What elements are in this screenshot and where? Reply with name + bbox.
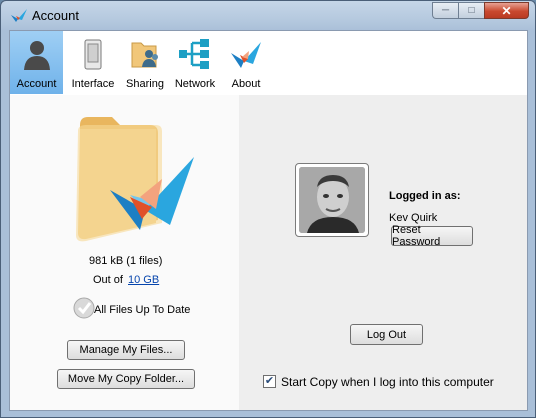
start-on-login-checkbox[interactable]: ✔ [263, 375, 276, 388]
user-panel: Logged in as: Kev Quirk Reset Password L… [239, 95, 527, 410]
quota-link[interactable]: 10 GB [128, 274, 159, 286]
user-icon [23, 41, 50, 70]
tab-about[interactable]: About [224, 31, 268, 94]
reset-password-button[interactable]: Reset Password [391, 224, 473, 248]
profile-photo [299, 167, 365, 233]
tab-label: Account [16, 78, 57, 90]
close-button[interactable]: ✕ [484, 2, 529, 19]
phone-icon [84, 39, 102, 70]
tab-interface[interactable]: Interface [65, 31, 121, 94]
quota-prefix: Out of [93, 274, 123, 286]
user-name: Kev Quirk [389, 212, 438, 224]
move-folder-button[interactable]: Move My Copy Folder... [57, 369, 195, 389]
tab-label: Network [174, 78, 216, 90]
tab-account[interactable]: Account [10, 31, 63, 94]
copy-folder-icon [76, 117, 194, 242]
tab-sharing[interactable]: Sharing [122, 31, 168, 94]
avatar [295, 163, 369, 237]
tab-label: About [231, 78, 261, 90]
network-icon [179, 39, 209, 69]
close-icon: ✕ [501, 3, 512, 18]
maximize-button[interactable]: □ [458, 2, 484, 19]
title-bar[interactable]: Account ─ □ ✕ [1, 1, 535, 30]
settings-toolbar: Account Interface Sharing Network About [10, 31, 527, 96]
copy-logo-icon [231, 42, 261, 68]
tab-label: Interface [71, 78, 115, 90]
start-on-login-label[interactable]: Start Copy when I log into this computer [281, 375, 494, 389]
tab-network[interactable]: Network [170, 31, 220, 94]
window-controls: ─ □ ✕ [432, 2, 529, 20]
sync-ok-icon [73, 297, 95, 319]
log-out-button[interactable]: Log Out [350, 324, 423, 345]
window-title: Account [32, 8, 79, 23]
shared-folder-icon [131, 42, 158, 68]
sync-status: All Files Up To Date [94, 304, 191, 316]
copy-logo-icon [11, 9, 27, 22]
minimize-icon: ─ [441, 5, 450, 16]
client-area: Account Interface Sharing Network About … [9, 30, 528, 411]
minimize-button[interactable]: ─ [432, 2, 458, 19]
logged-in-label: Logged in as: [389, 190, 461, 202]
tab-label: Sharing [126, 78, 164, 90]
manage-files-button[interactable]: Manage My Files... [67, 340, 185, 360]
account-window: Account ─ □ ✕ Account Interface Sharing … [0, 0, 536, 418]
checkmark-icon: ✔ [264, 375, 275, 387]
storage-usage: 981 kB (1 files) [89, 255, 163, 267]
maximize-icon: □ [468, 5, 475, 16]
storage-panel: 981 kB (1 files) Out of 10 GB All Files … [10, 95, 239, 410]
